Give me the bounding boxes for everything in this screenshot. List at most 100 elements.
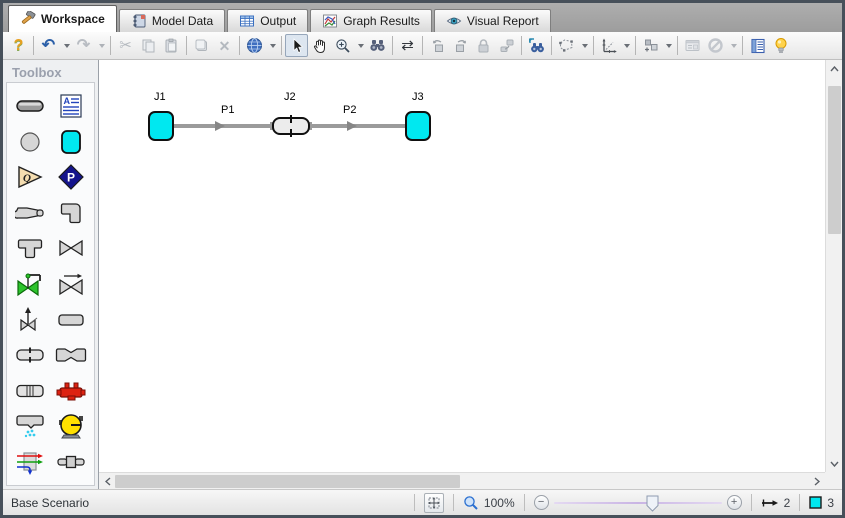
help-button[interactable]: ? <box>7 34 30 57</box>
tool-assigned-pressure[interactable]: P <box>51 160 93 194</box>
zoom-dropdown[interactable] <box>354 34 366 57</box>
rotate-right-button[interactable] <box>449 34 472 57</box>
find-button[interactable] <box>366 34 389 57</box>
tool-heat-exchanger[interactable] <box>51 374 93 408</box>
tab-graph-results[interactable]: Graph Results <box>310 9 432 32</box>
junction-label-j2[interactable]: J2 <box>284 91 296 103</box>
tool-assigned-flow[interactable]: Q <box>9 160 51 194</box>
scale-position-button[interactable] <box>597 34 620 57</box>
workspace-canvas[interactable]: J1 P1 J2 P2 J3 <box>99 60 842 489</box>
lock-button[interactable] <box>472 34 495 57</box>
tool-screen[interactable] <box>9 374 51 408</box>
scroll-left-arrow[interactable] <box>99 473 116 490</box>
tool-valve[interactable] <box>51 231 93 265</box>
hand-icon <box>312 38 328 54</box>
reverse-direction-button[interactable]: ⇄ <box>396 34 419 57</box>
cut-button[interactable]: ✂ <box>114 34 137 57</box>
pipe-label-p1[interactable]: P1 <box>221 104 234 116</box>
tool-pump[interactable] <box>51 409 93 443</box>
lasso-select-button[interactable] <box>555 34 578 57</box>
scale-dropdown[interactable] <box>620 34 632 57</box>
tool-control-valve[interactable] <box>9 267 51 301</box>
inspection-button[interactable] <box>681 34 704 57</box>
zoom-in-button[interactable]: + <box>727 495 742 510</box>
junction-j3-reservoir[interactable] <box>405 111 431 141</box>
zoom-slider-thumb[interactable] <box>646 495 659 515</box>
merge-button[interactable] <box>495 34 518 57</box>
tab-workspace[interactable]: Workspace <box>8 5 117 32</box>
pipe-p2[interactable] <box>309 124 407 128</box>
scroll-up-arrow[interactable] <box>826 60 843 77</box>
zoom-level-value: 100% <box>484 496 515 510</box>
lasso-dropdown[interactable] <box>578 34 590 57</box>
pipe-label-p2[interactable]: P2 <box>343 104 356 116</box>
horizontal-scroll-thumb[interactable] <box>115 475 460 488</box>
junction-label-j1[interactable]: J1 <box>154 91 166 103</box>
scroll-down-arrow[interactable] <box>826 455 843 472</box>
tool-spray-discharge[interactable] <box>9 409 51 443</box>
web-dropdown[interactable] <box>266 34 278 57</box>
redo-icon: ↷ <box>77 38 90 54</box>
pipe-p2-flow-arrow <box>347 121 357 131</box>
zoom-out-button[interactable]: − <box>534 495 549 510</box>
tool-annotation[interactable]: A <box>51 89 93 123</box>
chevron-down-icon <box>358 44 364 48</box>
quick-access-panel-button[interactable] <box>746 34 769 57</box>
vertical-scrollbar[interactable] <box>825 60 842 472</box>
highlight-button[interactable] <box>769 34 792 57</box>
junction-label-j3[interactable]: J3 <box>412 91 424 103</box>
horizontal-scrollbar[interactable] <box>99 472 825 489</box>
tool-dead-end[interactable] <box>51 303 93 337</box>
vertical-scroll-thumb[interactable] <box>828 86 841 234</box>
magnifier-icon <box>463 495 479 511</box>
tab-label: Graph Results <box>343 14 420 28</box>
model-area[interactable]: J1 P1 J2 P2 J3 <box>99 60 825 472</box>
tool-check-valve[interactable] <box>51 267 93 301</box>
tab-output[interactable]: Output <box>227 9 308 32</box>
tool-area-change[interactable] <box>9 196 51 230</box>
rotate-left-button[interactable] <box>426 34 449 57</box>
delete-button[interactable]: ✕ <box>213 34 236 57</box>
svg-text:Q: Q <box>23 173 31 185</box>
copy-button[interactable] <box>137 34 160 57</box>
tool-reservoir[interactable] <box>51 125 93 159</box>
tab-model-data[interactable]: Model Data <box>119 9 225 32</box>
annotation-off-button[interactable] <box>704 34 727 57</box>
tab-visual-report[interactable]: Visual Report <box>434 9 551 32</box>
pan-button[interactable] <box>308 34 331 57</box>
zoom-slider[interactable] <box>554 494 722 512</box>
junction-j1-reservoir[interactable] <box>148 111 174 141</box>
select-pointer-button[interactable] <box>285 34 308 57</box>
web-button[interactable] <box>243 34 266 57</box>
junction-j2-orifice[interactable] <box>269 114 313 138</box>
scissors-icon: ✂ <box>119 38 132 53</box>
tool-pipe[interactable] <box>9 89 51 123</box>
annotation-off-dropdown[interactable] <box>727 34 739 57</box>
tool-relief-valve[interactable] <box>9 303 51 337</box>
find-junction-button[interactable] <box>525 34 548 57</box>
duplicate-icon <box>194 38 209 53</box>
close-icon: ✕ <box>219 39 231 53</box>
paste-button[interactable] <box>160 34 183 57</box>
redo-dropdown[interactable] <box>95 34 107 57</box>
undo-dropdown[interactable] <box>60 34 72 57</box>
align-button[interactable] <box>639 34 662 57</box>
tool-orifice[interactable] <box>9 338 51 372</box>
tool-general-component[interactable] <box>9 445 51 479</box>
tool-venturi[interactable] <box>51 338 93 372</box>
redo-button[interactable]: ↷ <box>72 34 95 57</box>
relief-valve-tool-icon <box>18 306 42 334</box>
lasso-icon <box>558 38 575 53</box>
undo-button[interactable]: ↶ <box>37 34 60 57</box>
zoom-select-button[interactable] <box>331 34 354 57</box>
tool-branch[interactable] <box>9 125 51 159</box>
tool-volume-balance[interactable] <box>51 445 93 479</box>
tool-bend[interactable] <box>51 196 93 230</box>
fit-view-button[interactable] <box>424 493 444 513</box>
tool-tee-wye[interactable] <box>9 231 51 265</box>
scroll-right-arrow[interactable] <box>808 473 825 490</box>
align-dropdown[interactable] <box>662 34 674 57</box>
duplicate-button[interactable] <box>190 34 213 57</box>
minus-icon: − <box>538 497 544 508</box>
tab-label: Visual Report <box>467 14 539 28</box>
